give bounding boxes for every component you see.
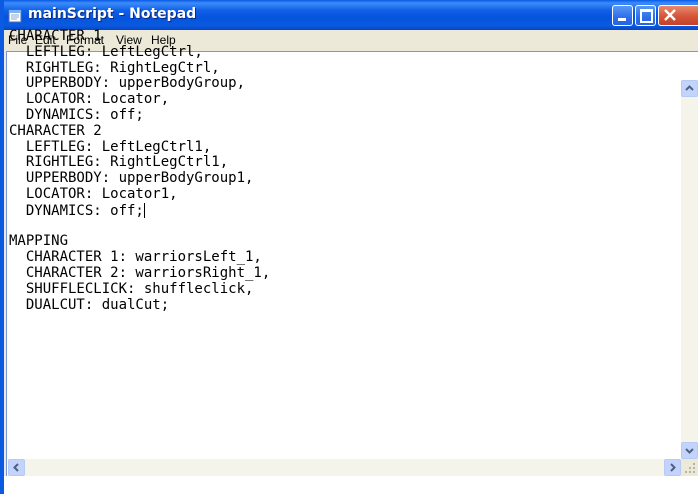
scroll-up-button[interactable] xyxy=(681,80,698,97)
text-line: CHARACTER 2 xyxy=(9,122,102,139)
text-area[interactable]: CHARACTER 1 LEFTLEG: LeftLegCtrl, RIGHTL… xyxy=(9,29,670,409)
text-caret xyxy=(143,202,145,218)
text-line: MAPPING xyxy=(9,233,69,250)
scroll-left-button[interactable] xyxy=(8,459,25,476)
text-line: DYNAMICS: off; xyxy=(9,106,144,123)
window-title: mainScript - Notepad xyxy=(28,6,197,22)
text-line: DUALCUT: dualCut; xyxy=(9,296,170,313)
text-line xyxy=(9,219,670,235)
text-line: CHARACTER 1: warriorsLeft_1, xyxy=(9,249,262,266)
text-line: LEFTLEG: LeftLegCtrl1, xyxy=(9,138,212,155)
scroll-right-icon xyxy=(670,463,676,472)
text-line: UPPERBODY: upperBodyGroup, xyxy=(9,75,246,92)
text-line: UPPERBODY: upperBodyGroup1, xyxy=(9,170,254,187)
text-line: RIGHTLEG: RightLegCtrl, xyxy=(9,59,220,76)
scroll-down-icon xyxy=(685,448,694,454)
close-icon xyxy=(662,7,678,23)
scroll-right-button[interactable] xyxy=(664,459,681,476)
scroll-left-icon xyxy=(13,463,19,472)
text-line: DYNAMICS: off; xyxy=(9,202,145,219)
notepad-icon[interactable] xyxy=(8,8,23,23)
scroll-up-icon xyxy=(685,85,694,91)
text-line: LEFTLEG: LeftLegCtrl, xyxy=(9,43,203,60)
text-line: CHARACTER 1 xyxy=(9,29,102,44)
minimize-button[interactable] xyxy=(612,5,633,26)
notepad-window: mainScript - Notepad File Edit Format Vi… xyxy=(0,0,698,494)
maximize-icon xyxy=(640,9,653,23)
text-line: CHARACTER 2: warriorsRight_1, xyxy=(9,264,271,281)
scroll-down-button[interactable] xyxy=(681,442,698,459)
text-line: RIGHTLEG: RightLegCtrl1, xyxy=(9,154,229,171)
maximize-button[interactable] xyxy=(635,5,656,26)
text-line: SHUFFLECLICK: shuffleclick, xyxy=(9,280,254,297)
horizontal-scrollbar[interactable] xyxy=(8,459,681,476)
text-line: LOCATOR: Locator, xyxy=(9,91,170,108)
resize-grip-icon xyxy=(685,463,695,473)
text-line: LOCATOR: Locator1, xyxy=(9,185,178,202)
close-button[interactable] xyxy=(658,5,698,26)
title-bar[interactable]: mainScript - Notepad xyxy=(4,0,698,30)
minimize-icon xyxy=(618,18,626,21)
bottom-strip xyxy=(4,476,698,494)
vertical-scrollbar[interactable] xyxy=(681,80,698,459)
resize-grip[interactable] xyxy=(681,459,698,476)
